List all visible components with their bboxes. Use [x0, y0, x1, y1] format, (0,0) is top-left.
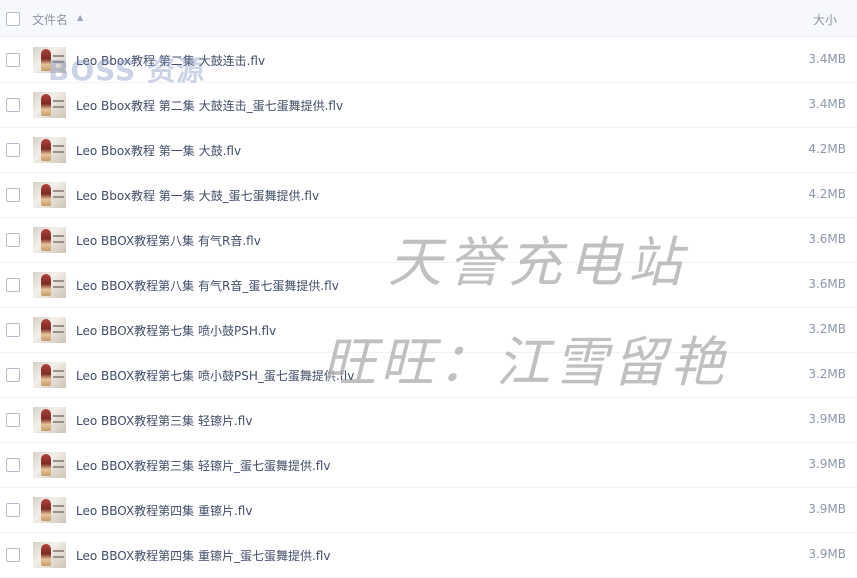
file-name[interactable]: Leo Bbox教程 第一集 大鼓_蛋七蛋舞提供.flv — [76, 187, 319, 204]
video-thumbnail[interactable] — [33, 272, 66, 298]
video-thumbnail[interactable] — [33, 317, 66, 343]
row-checkbox[interactable] — [6, 143, 20, 157]
video-thumbnail[interactable] — [33, 407, 66, 433]
file-size: 3.4MB — [808, 52, 846, 66]
row-checkbox[interactable] — [6, 548, 20, 562]
row-checkbox[interactable] — [6, 188, 20, 202]
video-thumbnail[interactable] — [33, 137, 66, 163]
file-name[interactable]: Leo BBOX教程第四集 重镲片_蛋七蛋舞提供.flv — [76, 547, 330, 564]
file-size: 4.2MB — [808, 187, 846, 201]
video-thumbnail[interactable] — [33, 542, 66, 568]
file-size: 3.4MB — [808, 97, 846, 111]
file-size: 3.6MB — [808, 277, 846, 291]
video-thumbnail[interactable] — [33, 452, 66, 478]
file-row[interactable]: Leo BBOX教程第四集 重镲片_蛋七蛋舞提供.flv 3.9MB — [0, 533, 857, 578]
watermark-line-1: 天誉充电站 — [388, 231, 688, 294]
file-size: 3.9MB — [808, 547, 846, 561]
file-name[interactable]: Leo Bbox教程 第二集 大鼓连击_蛋七蛋舞提供.flv — [76, 97, 343, 114]
file-row[interactable]: Leo Bbox教程 第二集 大鼓连击_蛋七蛋舞提供.flv 3.4MB — [0, 83, 857, 128]
file-name[interactable]: Leo Bbox教程 第一集 大鼓.flv — [76, 142, 241, 159]
file-row[interactable]: Leo BBOX教程第三集 轻镲片_蛋七蛋舞提供.flv 3.9MB — [0, 443, 857, 488]
file-list-header: 文件名 ▲ 大小 — [0, 0, 857, 37]
file-row[interactable]: Leo Bbox教程 第一集 大鼓_蛋七蛋舞提供.flv 4.2MB — [0, 173, 857, 218]
row-checkbox[interactable] — [6, 98, 20, 112]
brand-watermark: BOSS 资源 — [48, 54, 205, 87]
file-size: 3.9MB — [808, 502, 846, 516]
row-checkbox[interactable] — [6, 233, 20, 247]
video-thumbnail[interactable] — [33, 497, 66, 523]
row-checkbox[interactable] — [6, 323, 20, 337]
video-thumbnail[interactable] — [33, 92, 66, 118]
file-name[interactable]: Leo BBOX教程第四集 重镲片.flv — [76, 502, 252, 519]
file-name[interactable]: Leo BBOX教程第三集 轻镲片_蛋七蛋舞提供.flv — [76, 457, 330, 474]
row-checkbox[interactable] — [6, 53, 20, 67]
video-thumbnail[interactable] — [33, 227, 66, 253]
file-size: 3.9MB — [808, 412, 846, 426]
sort-ascending-icon[interactable]: ▲ — [77, 13, 83, 22]
file-name[interactable]: Leo BBOX教程第八集 有气R音_蛋七蛋舞提供.flv — [76, 277, 339, 294]
video-thumbnail[interactable] — [33, 182, 66, 208]
file-row[interactable]: Leo BBOX教程第三集 轻镲片.flv 3.9MB — [0, 398, 857, 443]
row-checkbox[interactable] — [6, 458, 20, 472]
file-size: 3.2MB — [808, 322, 846, 336]
file-size: 3.6MB — [808, 232, 846, 246]
row-checkbox[interactable] — [6, 278, 20, 292]
row-checkbox[interactable] — [6, 503, 20, 517]
file-name[interactable]: Leo BBOX教程第七集 喷小鼓PSH.flv — [76, 322, 276, 339]
file-row[interactable]: Leo BBOX教程第四集 重镲片.flv 3.9MB — [0, 488, 857, 533]
select-all-checkbox[interactable] — [6, 12, 20, 26]
file-name[interactable]: Leo BBOX教程第八集 有气R音.flv — [76, 232, 261, 249]
watermark-line-2: 旺旺：江雪留艳 — [322, 331, 728, 394]
row-checkbox[interactable] — [6, 368, 20, 382]
file-name[interactable]: Leo BBOX教程第七集 喷小鼓PSH_蛋七蛋舞提供.flv — [76, 367, 354, 384]
file-row[interactable]: Leo Bbox教程 第一集 大鼓.flv 4.2MB — [0, 128, 857, 173]
file-size: 3.2MB — [808, 367, 846, 381]
column-header-size[interactable]: 大小 — [813, 11, 837, 28]
file-size: 4.2MB — [808, 142, 846, 156]
file-name[interactable]: Leo BBOX教程第三集 轻镲片.flv — [76, 412, 252, 429]
video-thumbnail[interactable] — [33, 362, 66, 388]
column-header-name[interactable]: 文件名 — [32, 11, 68, 28]
file-size: 3.9MB — [808, 457, 846, 471]
row-checkbox[interactable] — [6, 413, 20, 427]
